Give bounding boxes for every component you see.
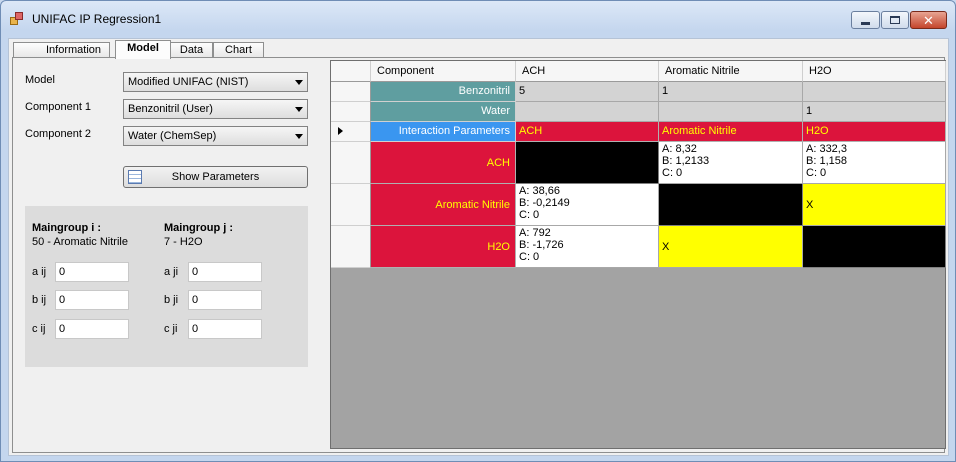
model-select[interactable]: Modified UNIFAC (NIST) bbox=[123, 72, 308, 92]
bji-label: b ji bbox=[164, 294, 179, 306]
cell-interaction-aromatic-nitrile[interactable]: Aromatic Nitrile bbox=[659, 122, 803, 142]
cell-interaction-ach[interactable]: ACH bbox=[516, 122, 659, 142]
missing-parameter-mark: X bbox=[806, 198, 814, 211]
parameter-panel: Maingroup i : 50 - Aromatic Nitrile Main… bbox=[25, 206, 308, 367]
chevron-down-icon bbox=[295, 107, 303, 112]
table-icon bbox=[128, 170, 142, 184]
maingroup-i-label: Maingroup i : bbox=[32, 222, 102, 234]
component2-select-value: Water (ChemSep) bbox=[128, 130, 217, 142]
row-header[interactable] bbox=[331, 184, 371, 226]
missing-parameter-mark: X bbox=[662, 240, 670, 253]
client-area: Information Model Data Chart Model Modif… bbox=[8, 38, 949, 456]
cell-h2o-aromatic-nitrile[interactable]: X bbox=[659, 226, 803, 268]
interaction-grid[interactable]: Component ACH Aromatic Nitrile H2O Benzo… bbox=[330, 60, 946, 449]
aij-label: a ij bbox=[32, 266, 47, 278]
maximize-button[interactable] bbox=[881, 11, 909, 29]
grid-corner bbox=[331, 61, 371, 82]
chevron-down-icon bbox=[295, 80, 303, 85]
cell-aromatic-nitrile-ach[interactable]: A: 38,66 B: -0,2149 C: 0 bbox=[516, 184, 659, 226]
component1-select[interactable]: Benzonitril (User) bbox=[123, 99, 308, 119]
cell-water-h2o[interactable]: 1 bbox=[803, 102, 946, 122]
row-label-ach[interactable]: ACH bbox=[371, 142, 516, 184]
chevron-down-icon bbox=[295, 134, 303, 139]
cell-benzonitril-ach[interactable]: 5 bbox=[516, 82, 659, 102]
aji-label: a ji bbox=[164, 266, 179, 278]
cji-label: c ji bbox=[164, 323, 178, 335]
bji-input[interactable]: 0 bbox=[188, 290, 262, 310]
row-header[interactable] bbox=[331, 142, 371, 184]
cell-ach-aromatic-nitrile[interactable]: A: 8,32 B: 1,2133 C: 0 bbox=[659, 142, 803, 184]
aij-input[interactable]: 0 bbox=[55, 262, 129, 282]
component2-select[interactable]: Water (ChemSep) bbox=[123, 126, 308, 146]
model-select-value: Modified UNIFAC (NIST) bbox=[128, 76, 249, 88]
maingroup-i-value: 50 - Aromatic Nitrile bbox=[32, 236, 128, 248]
cell-ach-h2o[interactable]: A: 332,3 B: 1,158 C: 0 bbox=[803, 142, 946, 184]
model-tab-panel: Model Modified UNIFAC (NIST) Component 1… bbox=[12, 57, 946, 453]
cell-benzonitril-aromatic-nitrile[interactable]: 1 bbox=[659, 82, 803, 102]
aji-input[interactable]: 0 bbox=[188, 262, 262, 282]
cji-input[interactable]: 0 bbox=[188, 319, 262, 339]
cell-interaction-h2o[interactable]: H2O bbox=[803, 122, 946, 142]
row-header[interactable] bbox=[331, 102, 371, 122]
app-icon bbox=[10, 12, 24, 26]
component2-label: Component 2 bbox=[25, 128, 92, 140]
row-label-water[interactable]: Water bbox=[371, 102, 516, 122]
column-header-component[interactable]: Component bbox=[371, 61, 516, 82]
component1-label: Component 1 bbox=[25, 101, 92, 113]
row-header[interactable] bbox=[331, 82, 371, 102]
tab-model[interactable]: Model bbox=[115, 40, 171, 59]
row-label-ach-text: ACH bbox=[486, 156, 510, 169]
cell-water-ach[interactable] bbox=[516, 102, 659, 122]
cell-aromatic-nitrile-h2o[interactable]: X bbox=[803, 184, 946, 226]
row-label-aromatic-nitrile-text: Aromatic Nitrile bbox=[435, 198, 510, 211]
column-header-aromatic-nitrile[interactable]: Aromatic Nitrile bbox=[659, 61, 803, 82]
bij-label: b ij bbox=[32, 294, 47, 306]
cell-aromatic-nitrile-aromatic-nitrile[interactable] bbox=[659, 184, 803, 226]
component1-select-value: Benzonitril (User) bbox=[128, 103, 213, 115]
current-row-icon bbox=[338, 127, 343, 135]
maingroup-j-value: 7 - H2O bbox=[164, 236, 203, 248]
maingroup-j-label: Maingroup j : bbox=[164, 222, 234, 234]
row-label-h2o[interactable]: H2O bbox=[371, 226, 516, 268]
minimize-icon bbox=[861, 21, 870, 25]
row-header[interactable] bbox=[331, 226, 371, 268]
cij-label: c ij bbox=[32, 323, 46, 335]
cij-input[interactable]: 0 bbox=[55, 319, 129, 339]
cell-h2o-h2o[interactable] bbox=[803, 226, 946, 268]
show-parameters-button[interactable]: Show Parameters bbox=[123, 166, 308, 188]
close-icon: ✕ bbox=[923, 12, 934, 28]
close-button[interactable]: ✕ bbox=[910, 11, 947, 29]
row-label-aromatic-nitrile[interactable]: Aromatic Nitrile bbox=[371, 184, 516, 226]
row-header-current[interactable] bbox=[331, 122, 371, 142]
cell-ach-ach[interactable] bbox=[516, 142, 659, 184]
row-label-h2o-text: H2O bbox=[487, 240, 510, 253]
model-label: Model bbox=[25, 74, 55, 86]
minimize-button[interactable] bbox=[851, 11, 880, 29]
bij-input[interactable]: 0 bbox=[55, 290, 129, 310]
row-label-interaction-parameters[interactable]: Interaction Parameters bbox=[371, 122, 516, 142]
cell-water-aromatic-nitrile[interactable] bbox=[659, 102, 803, 122]
app-window: UNIFAC IP Regression1 ✕ Information Mode… bbox=[0, 0, 956, 462]
maximize-icon bbox=[890, 16, 900, 24]
column-header-h2o[interactable]: H2O bbox=[803, 61, 946, 82]
cell-benzonitril-h2o[interactable] bbox=[803, 82, 946, 102]
window-title: UNIFAC IP Regression1 bbox=[32, 12, 162, 26]
cell-h2o-ach[interactable]: A: 792 B: -1,726 C: 0 bbox=[516, 226, 659, 268]
title-bar[interactable]: UNIFAC IP Regression1 ✕ bbox=[1, 1, 955, 35]
show-parameters-label: Show Parameters bbox=[171, 171, 260, 183]
row-label-benzonitril[interactable]: Benzonitril bbox=[371, 82, 516, 102]
column-header-ach[interactable]: ACH bbox=[516, 61, 659, 82]
